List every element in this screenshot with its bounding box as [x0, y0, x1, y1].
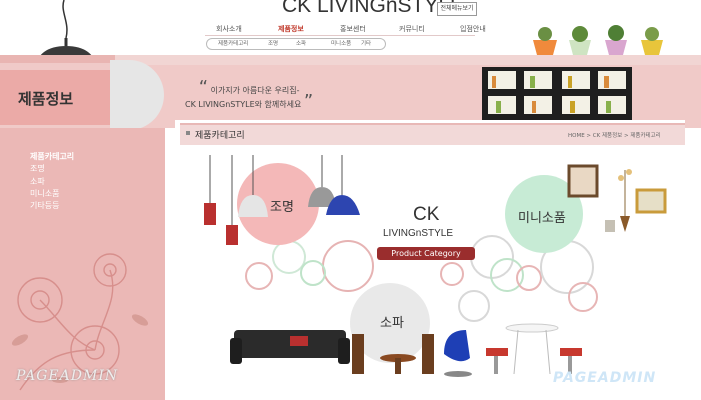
watermark-right: PAGEADMIN	[553, 370, 657, 386]
hanging-lamps-illustration	[204, 155, 360, 245]
product-category-badge: Product Category	[377, 247, 475, 260]
category-mini-label[interactable]: 미니소품	[518, 207, 566, 226]
brand-ck: CK	[413, 204, 440, 225]
mini-props-illustration	[567, 164, 667, 232]
brand-livingnstyle: LIVINGnSTYLE	[383, 228, 454, 239]
watermark-left: PAGEADMIN	[16, 368, 119, 384]
